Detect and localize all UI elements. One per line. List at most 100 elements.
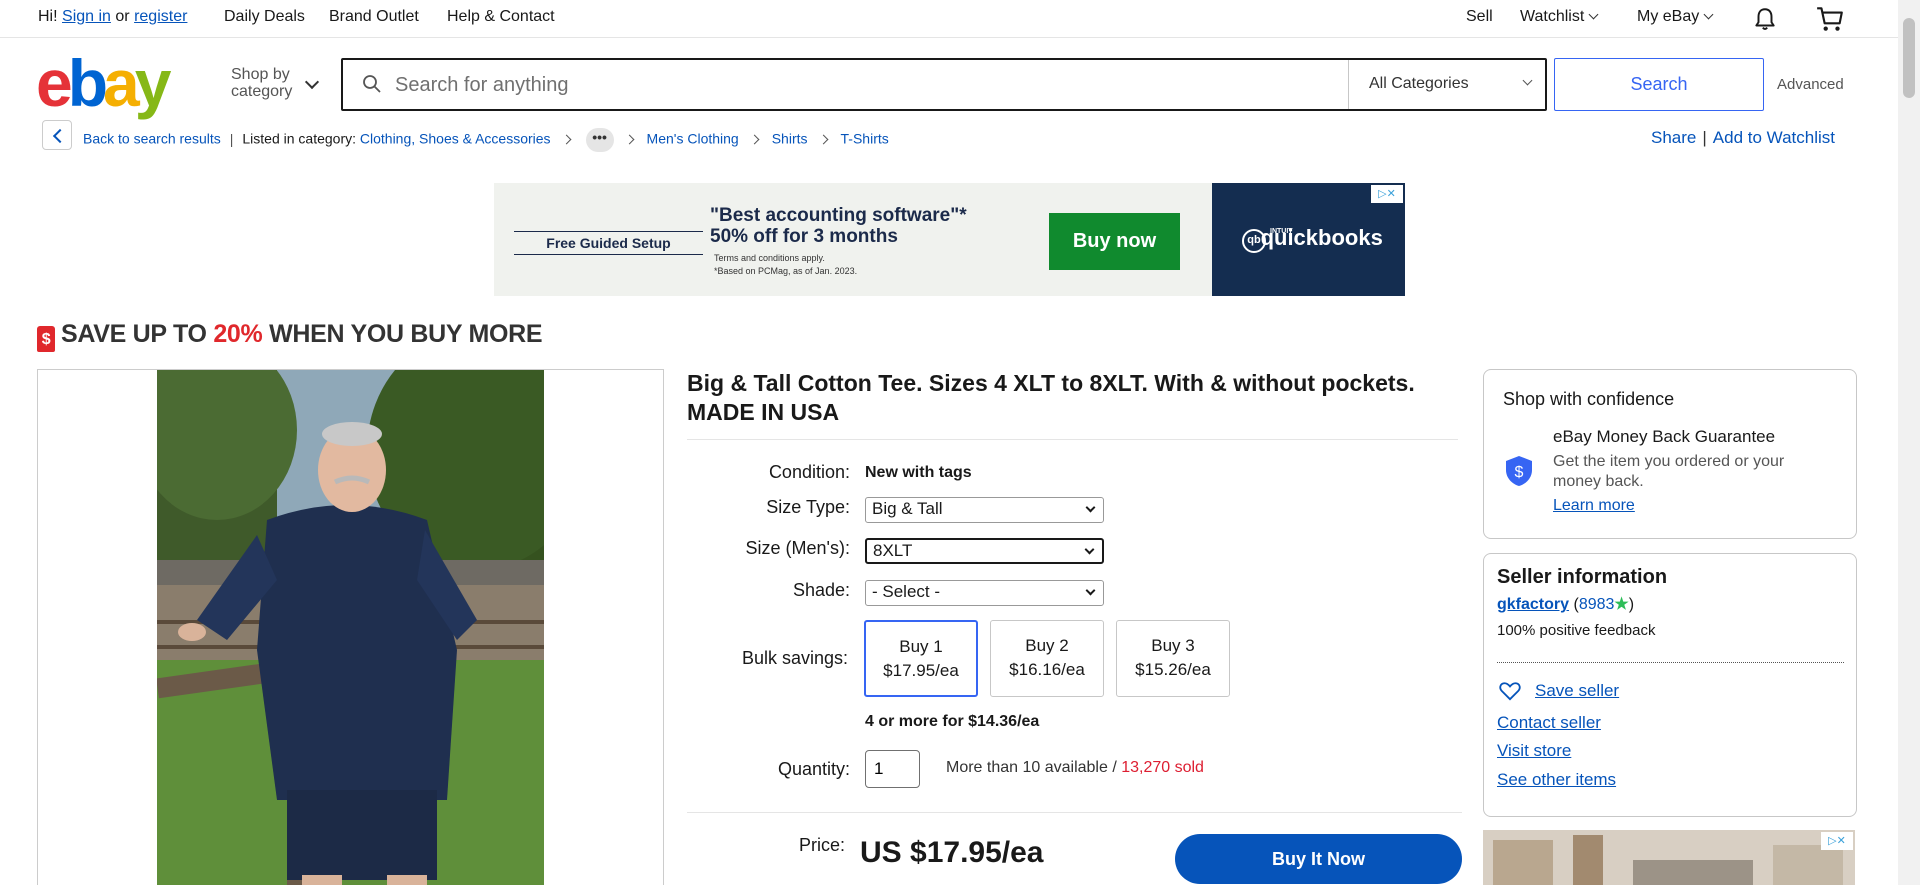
divider (687, 439, 1458, 440)
shield-dollar-icon: $ (1506, 456, 1532, 486)
heart-icon[interactable] (1499, 681, 1521, 701)
star-icon: ★ (1614, 596, 1629, 613)
promo-suffix: WHEN YOU BUY MORE (262, 320, 543, 348)
breadcrumb-more-button[interactable]: ••• (585, 128, 614, 152)
availability-count: More than 10 available / (946, 759, 1122, 776)
ad-guided-setup: Free Guided Setup (514, 231, 703, 255)
or-text: or (115, 8, 130, 25)
chevron-down-icon (1703, 9, 1714, 20)
my-ebay-menu[interactable]: My eBay (1637, 8, 1714, 26)
size-value: 8XLT (873, 541, 913, 560)
quantity-input[interactable] (865, 750, 920, 788)
chevron-right-icon (749, 134, 760, 145)
scrollbar-thumb[interactable] (1903, 18, 1915, 98)
daily-deals-link[interactable]: Daily Deals (224, 8, 305, 26)
breadcrumb-shirts[interactable]: Shirts (772, 131, 808, 147)
see-other-items-link[interactable]: See other items (1497, 770, 1616, 790)
page-scrollbar[interactable] (1898, 0, 1920, 885)
sold-count[interactable]: 13,270 sold (1121, 759, 1204, 776)
register-link[interactable]: register (134, 8, 187, 25)
shade-select[interactable]: - Select - (865, 580, 1104, 606)
logo-letter-e: e (36, 46, 73, 120)
bulk-option-buy-2[interactable]: Buy 2 $16.16/ea (990, 620, 1104, 697)
help-contact-link[interactable]: Help & Contact (447, 8, 555, 26)
size-type-value: Big & Tall (872, 499, 943, 518)
top-bar: Hi! Sign in or register Daily Deals Bran… (0, 0, 1898, 38)
positive-feedback: 100% positive feedback (1497, 622, 1656, 639)
back-arrow-button[interactable] (42, 120, 72, 150)
ad-fine-line-2: *Based on PCMag, as of Jan. 2023. (714, 266, 858, 276)
adchoices-icon[interactable]: ▷✕ (1371, 185, 1403, 203)
ad-fine-print: Terms and conditions apply. *Based on PC… (714, 252, 857, 278)
divider (1497, 662, 1844, 663)
chevron-down-icon (1522, 75, 1533, 86)
feedback-count-link[interactable]: 8983 (1579, 596, 1615, 613)
search-input[interactable] (395, 72, 1295, 98)
divider (687, 812, 1462, 813)
breadcrumb-tshirts[interactable]: T-Shirts (841, 131, 889, 147)
cart-icon[interactable] (1815, 5, 1845, 33)
brand-outlet-link[interactable]: Brand Outlet (329, 8, 419, 26)
ad-banner[interactable]: Free Guided Setup "Best accounting softw… (494, 183, 1405, 296)
bulk-option-buy-1[interactable]: Buy 1 $17.95/ea (864, 620, 978, 697)
shop-by-line-1: Shop by (231, 66, 290, 83)
search-button[interactable]: Search (1554, 58, 1764, 111)
sell-link[interactable]: Sell (1466, 8, 1493, 26)
side-ad-image (1483, 830, 1855, 885)
shade-value: - Select - (872, 582, 941, 601)
ad-headline-line-2: 50% off for 3 months (710, 226, 898, 247)
promo-percent: 20% (213, 320, 263, 348)
shop-by-category-button[interactable]: Shop by category (231, 66, 292, 100)
save-seller-link[interactable]: Save seller (1535, 681, 1619, 701)
feedback-open: ( (1569, 596, 1579, 613)
watchlist-label: Watchlist (1520, 8, 1585, 25)
shop-by-line-2: category (231, 83, 293, 100)
breadcrumb-clothing[interactable]: Clothing, Shoes & Accessories (360, 131, 551, 147)
bulk-option-buy-3[interactable]: Buy 3 $15.26/ea (1116, 620, 1230, 697)
quickbooks-logo: qbINTUITquickbooks (1242, 225, 1383, 253)
bell-icon[interactable] (1752, 6, 1778, 32)
product-photo[interactable] (157, 370, 544, 885)
condition-value: New with tags (865, 464, 972, 481)
search-box: All Categories (341, 58, 1547, 111)
divider: | (1702, 128, 1707, 147)
contact-seller-link[interactable]: Contact seller (1497, 713, 1601, 733)
divider: | (229, 130, 234, 147)
size-select[interactable]: 8XLT (865, 538, 1104, 564)
bulk-more-text: 4 or more for $14.36/ea (865, 713, 1040, 730)
guarantee-text: Get the item you ordered or your money b… (1553, 453, 1785, 490)
greeting: Hi! Sign in or register (38, 8, 187, 26)
bulk-option-price: $17.95/ea (883, 661, 959, 680)
adchoices-icon[interactable]: ▷✕ (1821, 832, 1853, 850)
buy-it-now-button[interactable]: Buy It Now (1175, 834, 1462, 884)
sign-in-link[interactable]: Sign in (62, 8, 111, 25)
side-ad-banner[interactable]: ▷✕ (1483, 830, 1855, 885)
watchlist-menu[interactable]: Watchlist (1520, 8, 1599, 26)
ad-fine-line-1: Terms and conditions apply. (714, 253, 825, 263)
size-type-select[interactable]: Big & Tall (865, 497, 1104, 523)
seller-name-link[interactable]: gkfactory (1497, 596, 1569, 613)
ad-headline-line-1: "Best accounting software"* (710, 205, 967, 226)
advanced-search-link[interactable]: Advanced (1777, 76, 1844, 93)
logo-letter-b: b (67, 46, 108, 120)
chevron-down-icon (1085, 585, 1096, 596)
share-link[interactable]: Share (1651, 128, 1696, 147)
back-to-search-link[interactable]: Back to search results (83, 131, 221, 147)
learn-more-link[interactable]: Learn more (1553, 497, 1635, 515)
feedback-close: ) (1628, 596, 1635, 613)
ebay-logo[interactable]: ebay (36, 50, 171, 116)
chevron-down-icon (1084, 544, 1095, 555)
shade-label: Shade: (792, 580, 850, 600)
bulk-option-label: Buy 3 (1151, 636, 1195, 655)
breadcrumb-mens-clothing[interactable]: Men's Clothing (647, 131, 739, 147)
chevron-down-icon (304, 74, 320, 90)
ad-buy-now-button[interactable]: Buy now (1049, 213, 1180, 270)
visit-store-link[interactable]: Visit store (1497, 741, 1571, 761)
confidence-title: Shop with confidence (1503, 389, 1675, 409)
logo-letter-y: y (134, 46, 172, 120)
logo-letter-a: a (103, 46, 140, 120)
category-select[interactable]: All Categories (1348, 60, 1545, 109)
seller-name-row: gkfactory (8983★) (1497, 594, 1634, 614)
add-to-watchlist-link[interactable]: Add to Watchlist (1713, 128, 1835, 147)
search-icon (363, 75, 381, 93)
